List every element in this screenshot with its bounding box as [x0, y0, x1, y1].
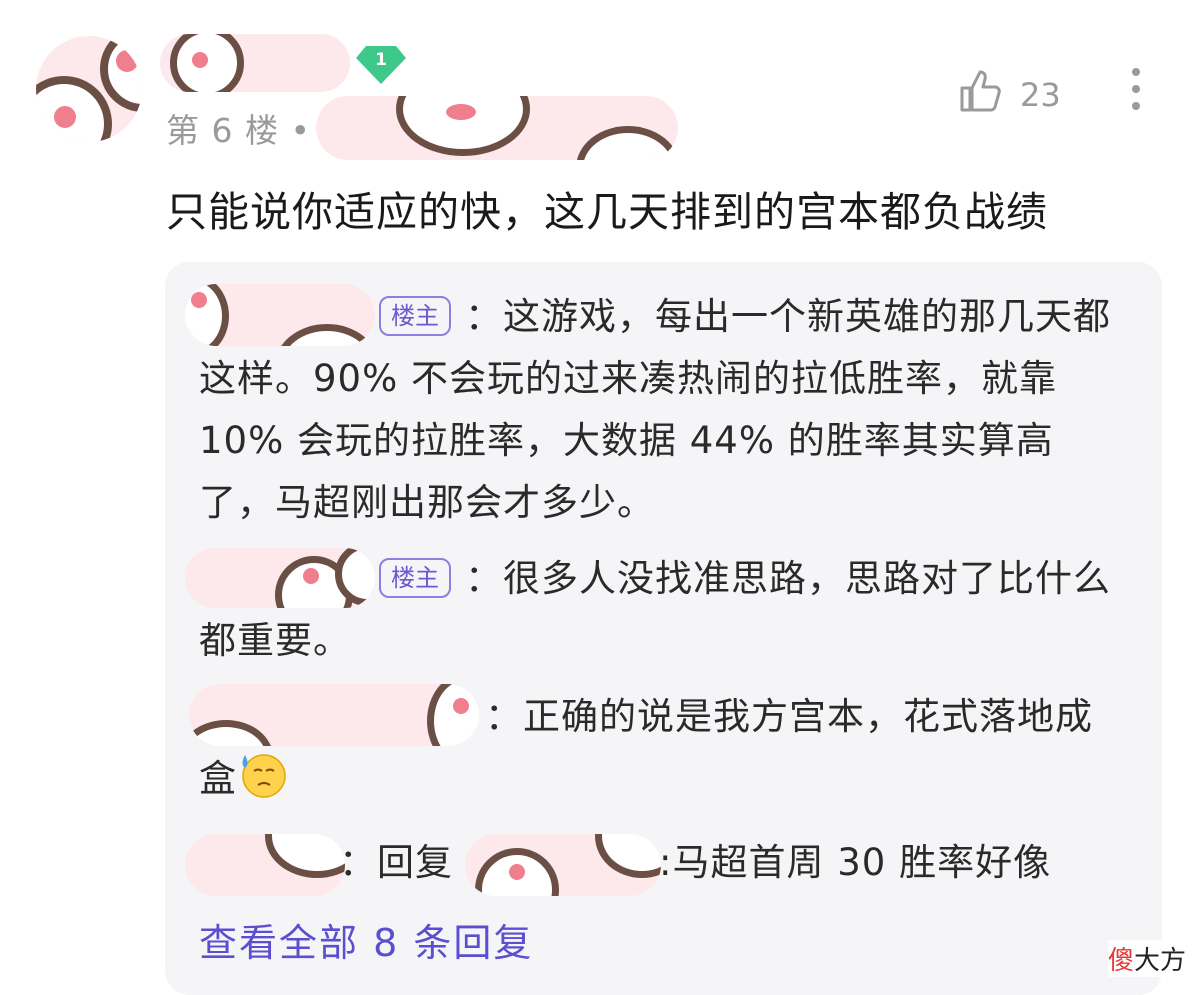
user-avatar[interactable] — [36, 36, 142, 142]
more-options-icon[interactable] — [1126, 68, 1146, 114]
level-number: 1 — [375, 50, 387, 70]
reply-item: ：很多人没找准思路，思路对了比什么都重要。 — [199, 548, 1129, 672]
reply-text: ：正确的说是我方宫本，花式落地成盒 — [199, 695, 1093, 800]
reply-item: ：回复 :马超首周 30 胜率好像 — [199, 832, 1129, 894]
username-mask — [160, 34, 350, 92]
level-badge: 1 — [356, 44, 406, 84]
reply-item: ：这游戏，每出一个新英雄的那几天都这样。90% 不会玩的过来凑热闹的拉低胜率，就… — [199, 286, 1129, 534]
sweat-smile-emoji — [237, 749, 287, 799]
watermark: 傻大方 — [1108, 940, 1187, 977]
reply-item: ：正确的说是我方宫本，花式落地成盒 — [199, 686, 1129, 810]
reply-text: :马超首周 30 胜率好像 — [659, 841, 1052, 884]
view-all-replies-link[interactable]: 查看全部 8 条回复 — [199, 912, 533, 967]
floor-label: 第 6 楼 • — [166, 111, 311, 150]
comment-text: 只能说你适应的快，这几天排到的宫本都负战绩 — [166, 188, 1048, 236]
thumbs-up-icon[interactable] — [958, 68, 1004, 114]
like-count: 23 — [1020, 76, 1061, 114]
reply-text: ：这游戏，每出一个新英雄的那几天都这样。90% 不会玩的过来凑热闹的拉低胜率，就… — [199, 295, 1111, 524]
replies-container: 楼主 ：这游戏，每出一个新英雄的那几天都这样。90% 不会玩的过来凑热闹的拉低胜… — [165, 262, 1162, 995]
timestamp-mask — [316, 96, 678, 160]
reply-text: ：很多人没找准思路，思路对了比什么都重要。 — [199, 557, 1111, 662]
reply-prefix: ：回复 — [339, 841, 453, 884]
